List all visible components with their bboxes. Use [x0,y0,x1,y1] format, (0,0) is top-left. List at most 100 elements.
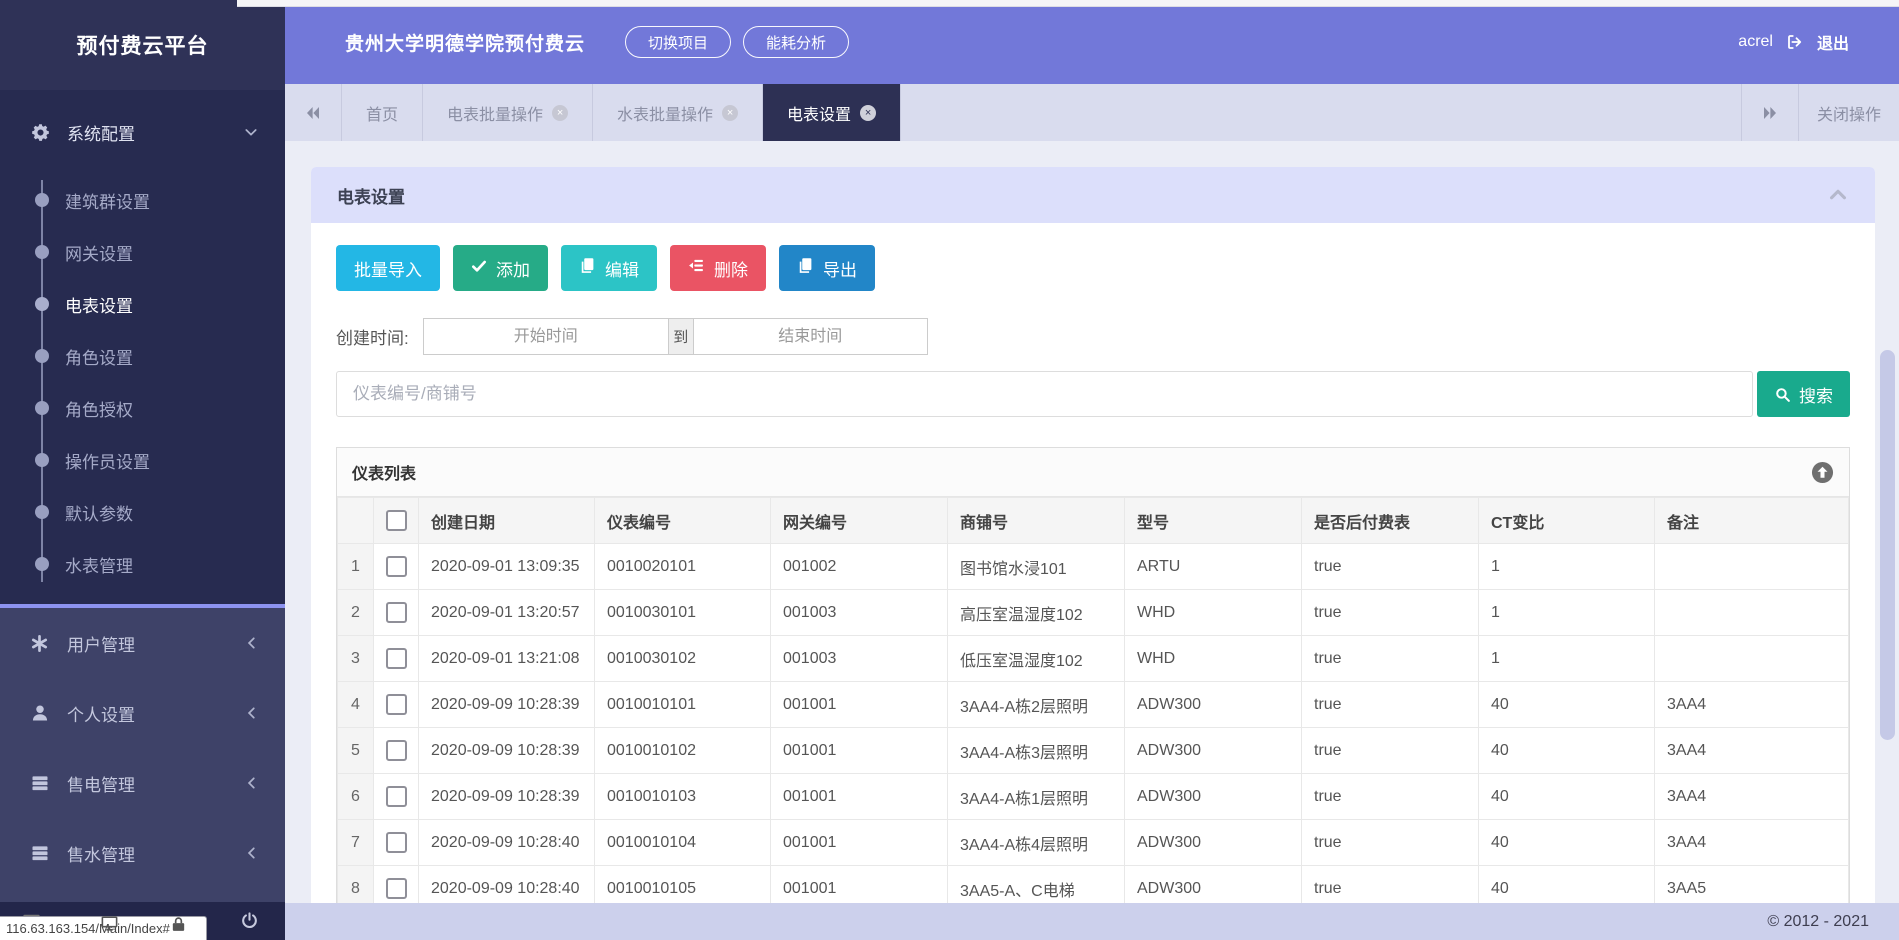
tabs-scroll-right-icon[interactable] [1741,84,1799,141]
close-operations-button[interactable]: 关闭操作 [1799,84,1899,141]
table-row: 12020-09-01 13:09:350010020101001002图书馆水… [338,544,1849,590]
logout-button[interactable]: 退出 [1817,30,1849,54]
collapse-panel-icon[interactable] [1827,184,1849,206]
tab[interactable]: 电表批量操作× [423,84,593,141]
table-cell: 001001 [771,682,948,728]
row-select-cell [374,774,419,820]
create-time-filter: 创建时间: 到 [336,318,1850,355]
toolbar-button[interactable]: 添加 [453,245,548,291]
row-checkbox[interactable] [386,694,407,715]
panel-body: 批量导入添加编辑删除导出 创建时间: 到 搜索 仪表列表 [311,223,1875,903]
toolbar-button[interactable]: 批量导入 [336,245,440,291]
panel-title: 电表设置 [337,183,405,208]
end-time-input[interactable] [693,318,928,355]
list-remove-icon [688,257,705,279]
table-cell: 3AA4 [1655,682,1849,728]
table-row: 72020-09-09 10:28:4000100101040010013AA4… [338,820,1849,866]
username[interactable]: acrel [1738,33,1773,51]
sidebar-item[interactable]: 售电管理 [0,748,285,818]
row-number: 8 [338,866,374,904]
monitor-icon[interactable] [100,914,119,933]
copy-icon [797,257,814,279]
start-time-input[interactable] [423,318,669,355]
table-row: 52020-09-09 10:28:3900100101020010013AA4… [338,728,1849,774]
power-icon[interactable] [240,911,259,930]
chevron-down-icon [243,124,259,140]
table-cell: 1 [1479,590,1655,636]
table-cell: true [1302,728,1479,774]
row-select-cell [374,636,419,682]
select-all-checkbox[interactable] [386,510,407,531]
row-checkbox[interactable] [386,648,407,669]
row-number: 6 [338,774,374,820]
table-cell: 3AA4-A栋1层照明 [948,774,1125,820]
table-cell: true [1302,774,1479,820]
page-footer: © 2012 - 2021 [285,903,1899,940]
logout-icon[interactable] [1786,33,1804,51]
tabs-scroll-left-icon[interactable] [285,84,342,141]
table-cell: 0010010104 [595,820,771,866]
search-button[interactable]: 搜索 [1757,371,1850,417]
sidebar-subitem[interactable]: 默认参数 [0,486,285,538]
tab[interactable]: 水表批量操作× [593,84,763,141]
table-cell: 40 [1479,682,1655,728]
table-cell: 2020-09-01 13:09:35 [419,544,595,590]
tab-active[interactable]: 电表设置 × [763,84,901,141]
sidebar-subitem[interactable]: 角色授权 [0,382,285,434]
row-select-cell [374,590,419,636]
table-header-row: 创建日期仪表编号网关编号商铺号型号是否后付费表CT变比备注 [338,498,1849,544]
row-checkbox[interactable] [386,832,407,853]
tab-close-icon[interactable]: × [552,105,568,121]
row-checkbox[interactable] [386,786,407,807]
row-checkbox[interactable] [386,602,407,623]
browser-edge-strip [237,0,1899,7]
sidebar-subitem[interactable]: 角色设置 [0,330,285,382]
sidebar-subitem[interactable]: 网关设置 [0,226,285,278]
sidebar-subitem[interactable]: 操作员设置 [0,434,285,486]
tab-close-icon[interactable]: × [722,105,738,121]
table-cell: 40 [1479,728,1655,774]
row-checkbox[interactable] [386,556,407,577]
search-icon [1774,386,1791,403]
sidebar-subitem[interactable]: 水表管理 [0,538,285,590]
lock-icon[interactable] [170,916,187,933]
row-checkbox[interactable] [386,740,407,761]
sidebar-item[interactable]: 售水管理 [0,818,285,888]
row-checkbox[interactable] [386,878,407,899]
header-pill-button[interactable]: 能耗分析 [743,26,849,58]
toolbar-button-label: 添加 [496,256,530,281]
scrollbar-thumb[interactable] [1880,350,1895,740]
toolbar-button[interactable]: 导出 [779,245,875,291]
sidebar-item[interactable]: 系统配置 [0,90,285,174]
sidebar-subitem[interactable]: 建筑群设置 [0,174,285,226]
sidebar-subitem-active[interactable]: 电表设置 [0,278,285,330]
scroll-top-icon[interactable] [1811,461,1834,484]
row-number: 2 [338,590,374,636]
chevron-left-icon [245,846,259,860]
table-cell: 3AA4-A栋3层照明 [948,728,1125,774]
sidebar-item[interactable]: 个人设置 [0,678,285,748]
sidebar-item[interactable]: 用户管理 [0,608,285,678]
table-cell: ADW300 [1125,682,1302,728]
toolbar-button-label: 编辑 [605,256,639,281]
meter-settings-panel: 电表设置 批量导入添加编辑删除导出 创建时间: 到 搜索 仪表列表 [311,167,1875,903]
toolbar-button[interactable]: 编辑 [561,245,657,291]
table-row: 82020-09-09 10:28:4000100101050010013AA5… [338,866,1849,904]
search-input[interactable] [336,371,1753,417]
app-brand: 预付费云平台 [0,0,285,90]
tab-close-icon[interactable]: × [860,105,876,121]
table-cell: 3AA5 [1655,866,1849,904]
tab-label: 电表设置 [787,101,851,125]
toolbar-button[interactable]: 删除 [670,245,766,291]
row-number: 7 [338,820,374,866]
table-row: 32020-09-01 13:21:080010030102001003低压室温… [338,636,1849,682]
table-cell [1655,590,1849,636]
table-cell: 1 [1479,544,1655,590]
table-cell: 0010010101 [595,682,771,728]
tab[interactable]: 首页 [342,84,423,141]
header-pill-button[interactable]: 切换项目 [625,26,731,58]
table-cell: true [1302,682,1479,728]
column-header: 商铺号 [948,498,1125,544]
table-cell: 高压室温湿度102 [948,590,1125,636]
table-cell: ARTU [1125,544,1302,590]
